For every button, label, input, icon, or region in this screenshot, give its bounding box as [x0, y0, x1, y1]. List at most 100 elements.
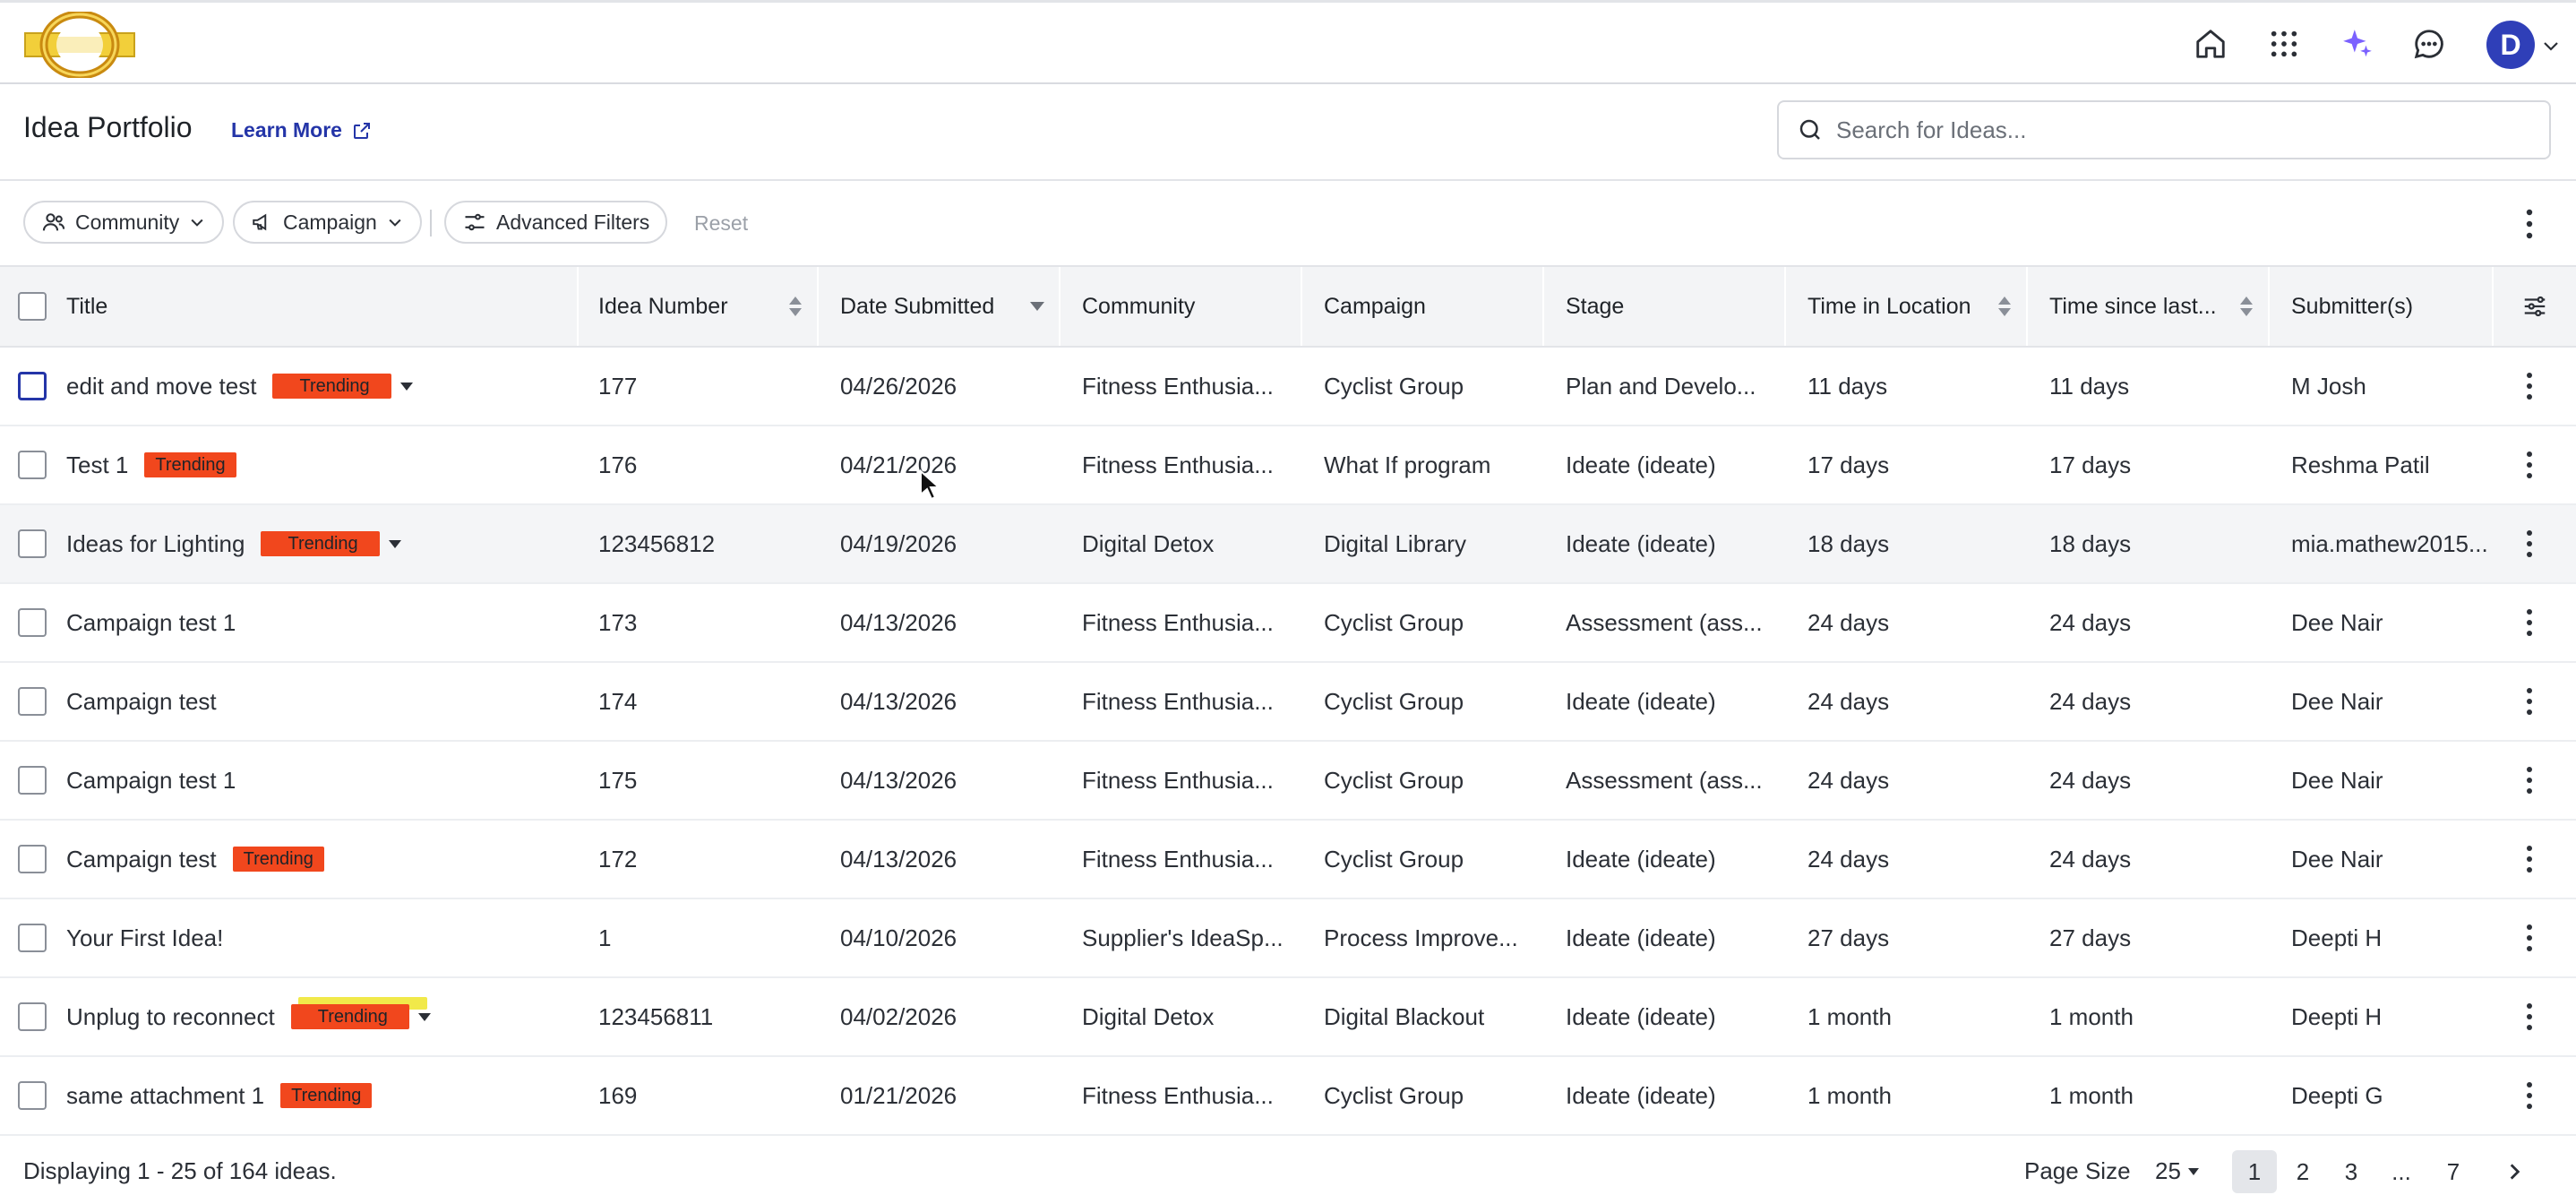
row-more-options-icon[interactable] — [2513, 838, 2546, 880]
brand-logo[interactable] — [23, 12, 136, 78]
row-more-options-icon[interactable] — [2513, 681, 2546, 722]
table-row[interactable]: Test 1 Trending 176 04/21/2026 Fitness Enthu… — [0, 426, 2576, 505]
cell-title[interactable]: edit and move test Trending — [66, 348, 413, 425]
caret-down-icon[interactable] — [399, 382, 413, 391]
row-more-options-icon[interactable] — [2513, 1075, 2546, 1116]
chat-icon[interactable] — [2408, 22, 2451, 65]
apps-grid-icon[interactable] — [2263, 22, 2306, 65]
sort-icon[interactable] — [786, 295, 804, 318]
table-row[interactable]: edit and move test Trending 177 04/26/2026 F… — [0, 348, 2576, 426]
idea-title-link[interactable]: Your First Idea! — [66, 924, 223, 952]
table-row[interactable]: Campaign test 174 04/13/2026 Fitness Enthus… — [0, 663, 2576, 742]
caret-down-icon[interactable] — [388, 539, 401, 548]
column-time-since-last[interactable]: Time since last... — [2028, 267, 2270, 346]
row-checkbox[interactable] — [18, 529, 47, 558]
cell-time-in-location: 17 days — [1807, 451, 1890, 478]
sort-icon[interactable] — [1996, 295, 2014, 318]
chevron-down-icon[interactable] — [2540, 35, 2562, 56]
column-time-in-location[interactable]: Time in Location — [1786, 267, 2028, 346]
table-row[interactable]: Your First Idea! 1 04/10/2026 Supplier's Id… — [0, 899, 2576, 978]
column-submitters[interactable]: Submitter(s) — [2270, 267, 2494, 346]
page-1-button[interactable]: 1 — [2232, 1150, 2277, 1193]
row-more-options-icon[interactable] — [2513, 760, 2546, 801]
sort-icon[interactable] — [2237, 295, 2255, 318]
row-more-options-icon[interactable] — [2513, 602, 2546, 643]
community-filter-label: Community — [75, 210, 180, 234]
caret-down-icon[interactable] — [417, 1012, 431, 1021]
sort-desc-icon[interactable] — [1028, 300, 1046, 313]
home-icon[interactable] — [2189, 22, 2232, 65]
cell-title[interactable]: Campaign test Trending — [66, 821, 324, 898]
row-checkbox[interactable] — [18, 766, 47, 795]
search-icon — [1799, 119, 1820, 140]
cell-submitter: Dee Nair — [2291, 766, 2383, 794]
row-more-options-icon[interactable] — [2513, 444, 2546, 486]
table-row[interactable]: Campaign test Trending 172 04/13/2026 Fitnes… — [0, 821, 2576, 899]
cell-title[interactable]: Campaign test 1 — [66, 742, 236, 819]
table-row[interactable]: Campaign test 1 175 04/13/2026 Fitness Enth… — [0, 742, 2576, 821]
row-more-options-icon[interactable] — [2513, 917, 2546, 959]
column-idea-number[interactable]: Idea Number — [579, 267, 819, 346]
column-stage[interactable]: Stage — [1544, 267, 1786, 346]
reset-button[interactable]: Reset — [694, 211, 748, 236]
learn-more-link[interactable]: Learn More — [231, 118, 373, 142]
page-2-button[interactable]: 2 — [2280, 1150, 2325, 1193]
community-filter[interactable]: Community — [23, 201, 225, 244]
page-3-button[interactable]: 3 — [2329, 1150, 2374, 1193]
table-row[interactable]: same attachment 1 Trending 169 01/21/2026 Fi… — [0, 1057, 2576, 1136]
idea-title-link[interactable]: Unplug to reconnect — [66, 1003, 275, 1031]
column-campaign[interactable]: Campaign — [1302, 267, 1544, 346]
column-community[interactable]: Community — [1060, 267, 1302, 346]
idea-title-link[interactable]: Ideas for Lighting — [66, 530, 245, 558]
idea-title-link[interactable]: Campaign test — [66, 688, 217, 716]
campaign-filter[interactable]: Campaign — [233, 201, 422, 244]
row-more-options-icon[interactable] — [2513, 523, 2546, 564]
search-input[interactable] — [1836, 116, 2517, 144]
trending-badge: Trending — [144, 452, 236, 477]
filter-divider — [430, 210, 432, 236]
row-checkbox[interactable] — [18, 372, 47, 400]
page-size-select[interactable]: 25 — [2155, 1157, 2201, 1185]
column-label: Date Submitted — [840, 293, 995, 319]
table-row[interactable]: Campaign test 1 173 04/13/2026 Fitness Enth… — [0, 584, 2576, 663]
row-more-options-icon[interactable] — [2513, 365, 2546, 407]
select-all-checkbox[interactable] — [18, 292, 47, 321]
idea-title-link[interactable]: same attachment 1 — [66, 1082, 264, 1110]
cell-title[interactable]: Ideas for Lighting Trending — [66, 505, 401, 582]
user-avatar[interactable]: D — [2486, 21, 2535, 69]
idea-title-link[interactable]: edit and move test — [66, 373, 256, 400]
row-checkbox[interactable] — [18, 451, 47, 479]
column-date-submitted[interactable]: Date Submitted — [819, 267, 1060, 346]
trending-badge-group: Trending — [280, 1083, 373, 1108]
row-checkbox[interactable] — [18, 1002, 47, 1031]
column-title[interactable]: Title — [66, 267, 579, 346]
idea-title-link[interactable]: Campaign test 1 — [66, 767, 236, 795]
row-checkbox[interactable] — [18, 608, 47, 637]
sparkle-icon[interactable] — [2336, 22, 2379, 65]
more-options-icon[interactable] — [2512, 202, 2547, 245]
cell-campaign: Cyclist Group — [1324, 687, 1464, 715]
next-page-icon[interactable] — [2492, 1150, 2537, 1193]
row-checkbox[interactable] — [18, 845, 47, 873]
cell-idea-number: 123456812 — [598, 529, 716, 557]
cell-title[interactable]: Campaign test 1 — [66, 584, 236, 661]
row-checkbox[interactable] — [18, 687, 47, 716]
search-box[interactable] — [1777, 100, 2551, 159]
cell-title[interactable]: same attachment 1 Trending — [66, 1057, 373, 1134]
cell-title[interactable]: Your First Idea! — [66, 899, 223, 976]
row-more-options-icon[interactable] — [2513, 996, 2546, 1037]
cell-title[interactable]: Campaign test — [66, 663, 217, 740]
column-settings-icon[interactable] — [2494, 267, 2576, 346]
cell-title[interactable]: Unplug to reconnect Trending — [66, 978, 431, 1055]
idea-title-link[interactable]: Test 1 — [66, 451, 128, 479]
idea-title-link[interactable]: Campaign test — [66, 846, 217, 873]
advanced-filters-button[interactable]: Advanced Filters — [444, 201, 668, 244]
page-7-button[interactable]: 7 — [2431, 1150, 2476, 1193]
row-checkbox[interactable] — [18, 924, 47, 952]
idea-title-link[interactable]: Campaign test 1 — [66, 609, 236, 637]
row-checkbox[interactable] — [18, 1081, 47, 1110]
cell-campaign: Cyclist Group — [1324, 608, 1464, 636]
table-row[interactable]: Ideas for Lighting Trending 123456812 04/19… — [0, 505, 2576, 584]
cell-title[interactable]: Test 1 Trending — [66, 426, 236, 503]
table-row[interactable]: Unplug to reconnect Trending 123456811 04/0… — [0, 978, 2576, 1057]
